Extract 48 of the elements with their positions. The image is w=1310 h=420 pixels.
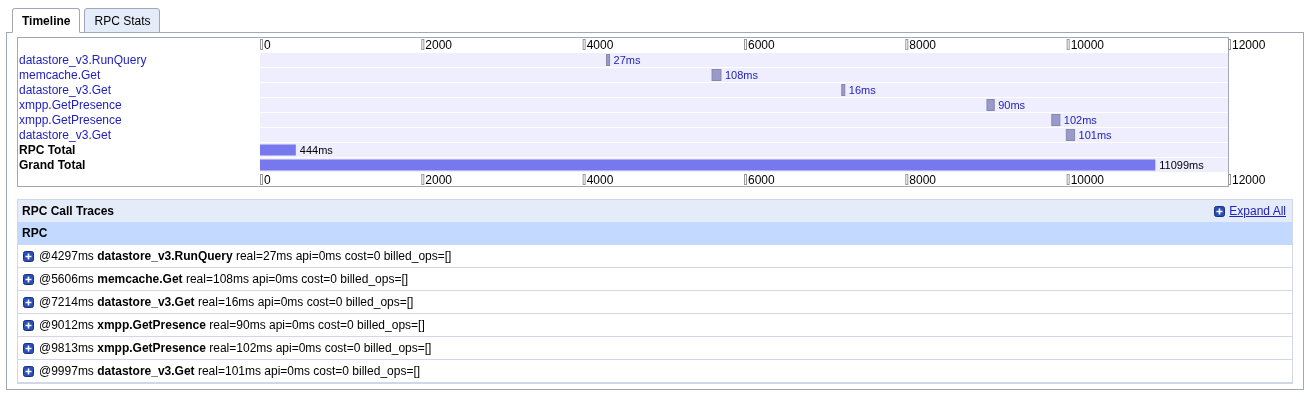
trace-row-text: @7214ms datastore_v3.Get real=16ms api=0ms cost=0 billed_ops=[] [39, 294, 414, 311]
trace-row-text: @5606ms memcache.Get real=108ms api=0ms cost=0 billed_ops=[] [39, 271, 409, 288]
expand-icon[interactable] [1214, 205, 1226, 217]
tick-label: 4000 [586, 173, 614, 187]
tick-label: 4000 [586, 38, 614, 52]
trace-row-text: @4297ms datastore_v3.RunQuery real=27ms api=0ms cost=0 billed_ops=[] [39, 248, 452, 265]
expand-icon[interactable] [23, 319, 34, 331]
tick-label: 10000 [1070, 173, 1105, 187]
duration-label: 102ms [1063, 114, 1097, 126]
rpc-link[interactable]: memcache.Get [18, 68, 260, 83]
tick-label: 6000 [748, 38, 775, 52]
duration-label: 27ms [613, 54, 641, 66]
rpc-link[interactable]: datastore_v3.RunQuery [18, 53, 260, 68]
total-label: Grand Total [18, 158, 87, 173]
tick-label: 12000 [1232, 38, 1266, 52]
tick-label: 0 [264, 38, 271, 52]
expand-icon[interactable] [23, 250, 34, 262]
rpc-link[interactable]: datastore_v3.Get [18, 128, 260, 143]
duration-label: 11099ms [1159, 159, 1204, 171]
tab[interactable]: Timeline [12, 8, 81, 33]
expand-icon[interactable] [23, 342, 34, 354]
rpc-link[interactable]: datastore_v3.Get [18, 83, 260, 98]
duration-label: 101ms [1078, 129, 1112, 141]
tick-label: 12000 [1232, 173, 1266, 187]
duration-label: 90ms [998, 99, 1026, 111]
expand-all-link[interactable]: Expand All [1229, 202, 1286, 220]
trace-row-text: @9813ms xmpp.GetPresence real=102ms api=0ms cost=0 billed_ops=[] [39, 340, 432, 357]
trace-row-text: @9012ms xmpp.GetPresence real=90ms api=0ms cost=0 billed_ops=[] [39, 317, 425, 334]
duration-label: 444ms [299, 144, 333, 156]
tab[interactable]: RPC Stats [84, 8, 161, 33]
tick-label: 2000 [425, 173, 453, 187]
tick-label: 6000 [748, 173, 775, 187]
section-title: RPC Call Traces [22, 203, 115, 220]
expand-icon[interactable] [23, 296, 34, 308]
expand-icon[interactable] [23, 365, 34, 377]
expand-icon[interactable] [23, 273, 34, 285]
duration-label: 108ms [724, 69, 758, 81]
tick-label: 8000 [909, 38, 937, 52]
trace-row-text: @9997ms datastore_v3.Get real=101ms api=0ms cost=0 billed_ops=[] [39, 363, 421, 380]
tick-label: 2000 [425, 38, 453, 52]
tick-label: 0 [264, 173, 271, 187]
total-label: RPC Total [18, 143, 77, 158]
rpc-link[interactable]: xmpp.GetPresence [18, 98, 260, 113]
tick-label: 10000 [1070, 38, 1105, 52]
rpc-link[interactable]: xmpp.GetPresence [18, 113, 260, 128]
tick-label: 8000 [909, 173, 937, 187]
column-header: RPC [18, 222, 1292, 245]
duration-label: 16ms [848, 84, 876, 96]
